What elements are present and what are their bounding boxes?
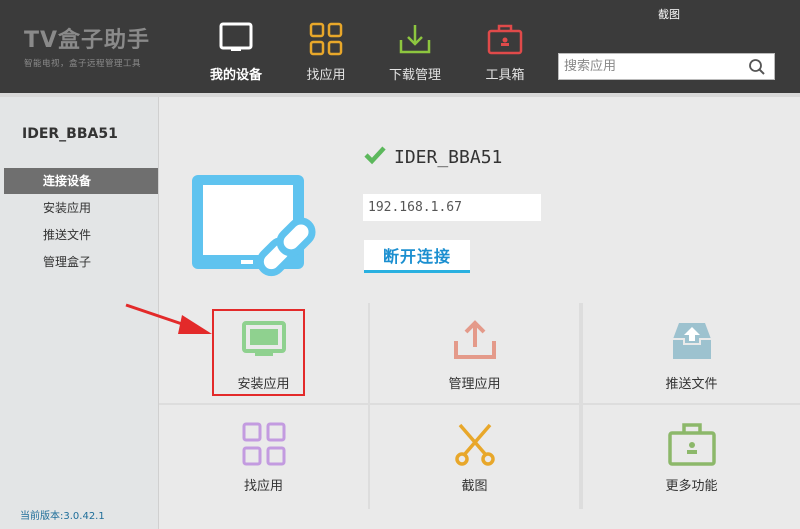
- nav-downloads[interactable]: 下载管理: [384, 0, 446, 93]
- device-name: IDER_BBA51: [394, 146, 503, 168]
- nav-find-apps-label: 找应用: [306, 68, 346, 83]
- tile-label: 推送文件: [665, 377, 718, 392]
- monitor-icon: [219, 22, 253, 58]
- logo-title: TV盒子助手: [24, 28, 151, 53]
- toolbox-icon: [667, 421, 717, 471]
- tile-label: 更多功能: [665, 479, 718, 494]
- search-icon[interactable]: [748, 58, 766, 80]
- tile-push-file[interactable]: 推送文件: [583, 303, 800, 403]
- tile-more-features[interactable]: 更多功能: [583, 405, 800, 509]
- device-title: IDER_BBA51: [364, 145, 502, 169]
- app-logo: TV盒子助手 智能电视，盒子远程管理工具: [24, 22, 150, 69]
- nav-find-apps[interactable]: 找应用: [296, 0, 356, 93]
- inbox-upload-icon: [669, 319, 715, 367]
- sidebar-item-push-file[interactable]: 推送文件: [4, 222, 158, 248]
- top-bar: TV盒子助手 智能电视，盒子远程管理工具 我的设备 找应用 下载管理 工具箱 截…: [0, 0, 800, 93]
- check-icon: [364, 145, 386, 169]
- sidebar-item-install-app[interactable]: 安装应用: [4, 195, 158, 221]
- disconnect-button[interactable]: 断开连接: [364, 240, 470, 273]
- screenshot-link[interactable]: 截图: [658, 6, 680, 22]
- download-icon: [398, 22, 432, 60]
- pointer-arrow-icon: [124, 301, 214, 345]
- tile-manage-apps[interactable]: 管理应用: [370, 303, 579, 403]
- nav-toolbox[interactable]: 工具箱: [475, 0, 535, 93]
- search-box: [558, 53, 775, 80]
- tile-find-apps[interactable]: 找应用: [159, 405, 368, 509]
- logo-subtitle: 智能电视，盒子远程管理工具: [24, 59, 142, 69]
- tv-link-icon: [189, 172, 329, 286]
- highlight-box: [212, 309, 305, 396]
- sidebar-item-manage-box[interactable]: 管理盒子: [4, 249, 158, 275]
- tile-label: 截图: [461, 479, 488, 494]
- nav-toolbox-label: 工具箱: [485, 68, 525, 83]
- grid-icon: [309, 22, 343, 60]
- upload-icon: [452, 319, 498, 367]
- ip-address-field[interactable]: [363, 194, 541, 221]
- scissors-icon: [452, 421, 498, 471]
- grid-icon: [241, 421, 287, 471]
- tile-label: 找应用: [243, 479, 283, 494]
- sidebar-device-name: IDER_BBA51: [22, 126, 118, 142]
- version-label: 当前版本:3.0.42.1: [20, 511, 105, 522]
- nav-my-devices-label: 我的设备: [209, 68, 263, 83]
- toolbox-icon: [487, 22, 523, 60]
- nav-downloads-label: 下载管理: [388, 68, 442, 83]
- tile-label: 管理应用: [448, 377, 501, 392]
- tile-screenshot[interactable]: 截图: [370, 405, 579, 509]
- main-panel: IDER_BBA51 断开连接 安装应用 管理应用 推送文件 找应用: [159, 97, 800, 529]
- sidebar-item-connect-device[interactable]: 连接设备: [4, 168, 158, 194]
- nav-my-devices[interactable]: 我的设备: [205, 0, 267, 93]
- search-input[interactable]: [559, 54, 734, 79]
